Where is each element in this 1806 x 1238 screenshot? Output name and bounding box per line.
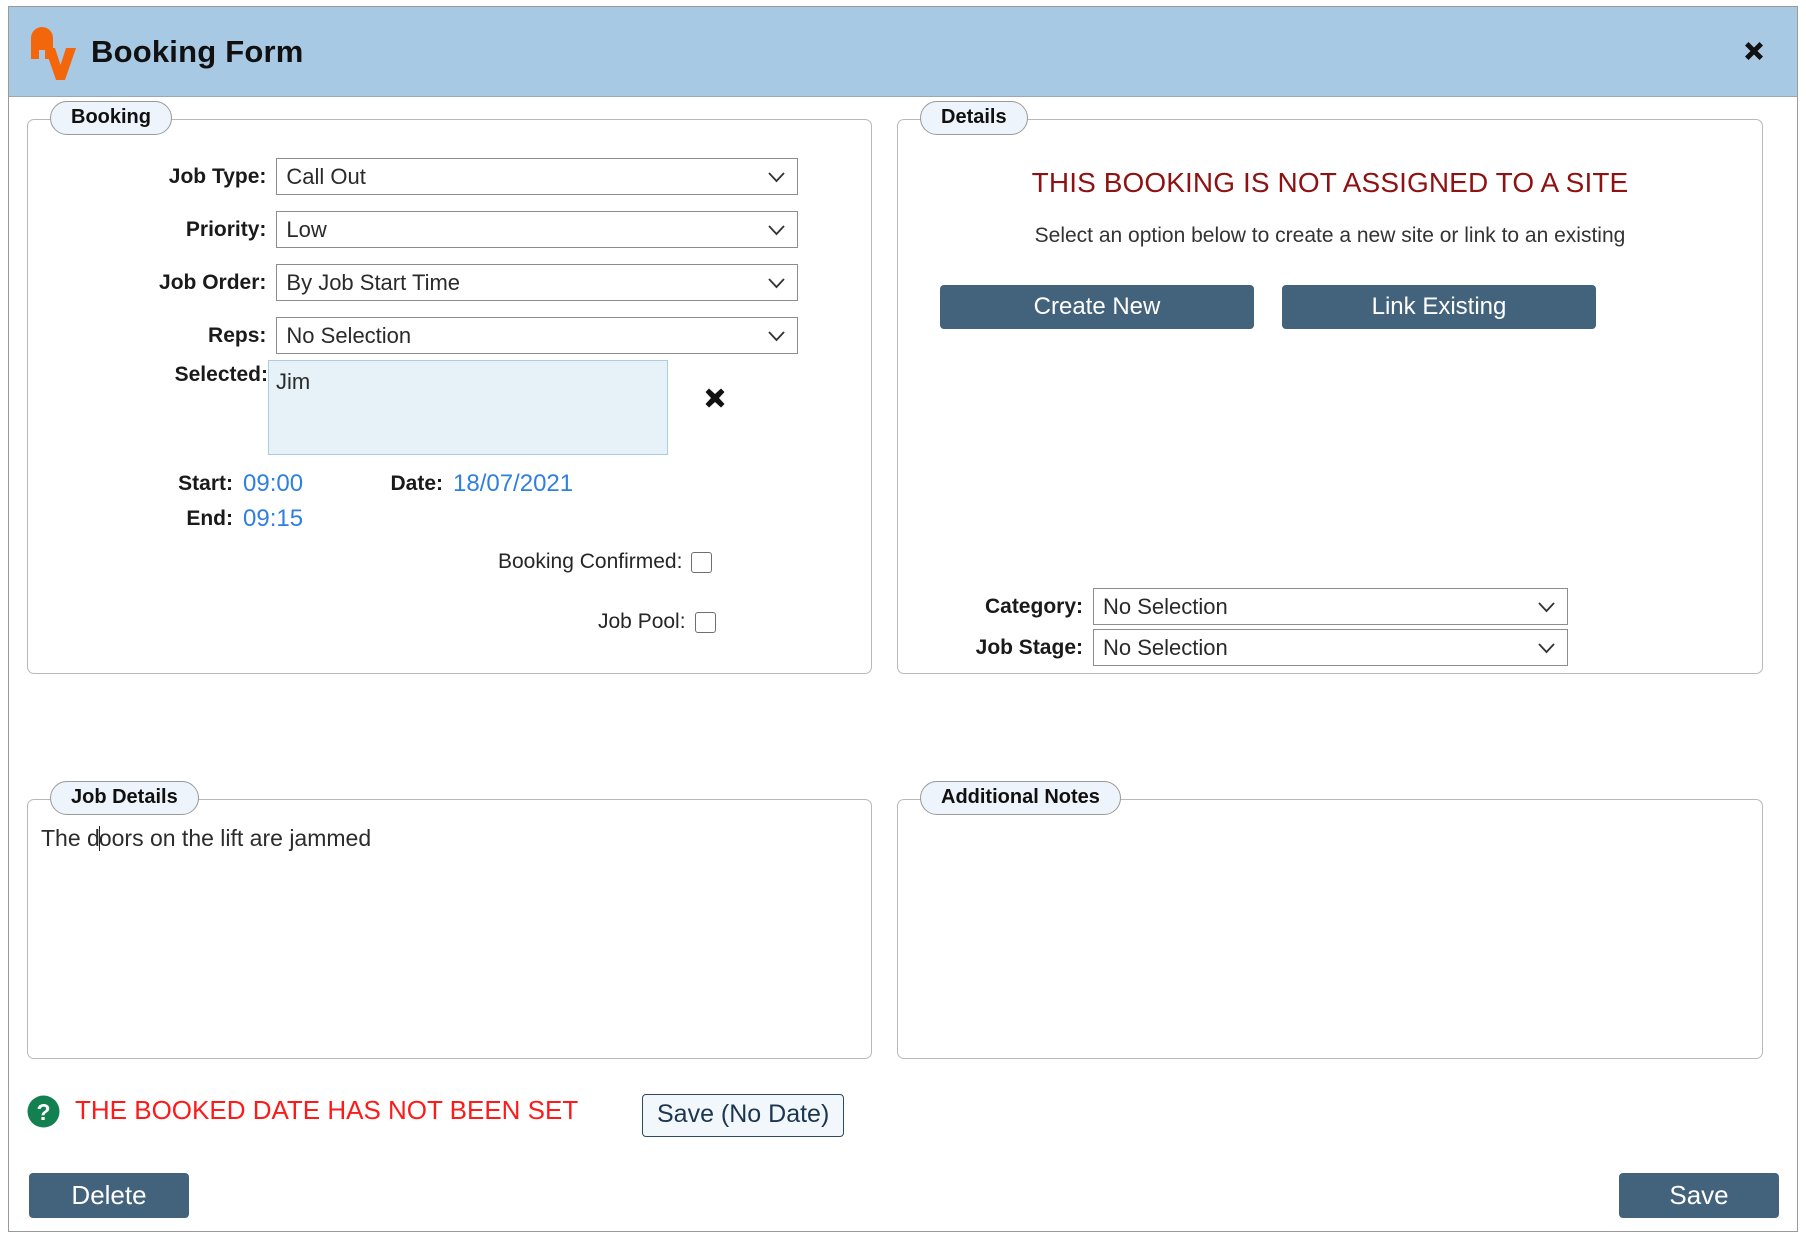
job-order-label: Job Order: <box>159 270 267 294</box>
additional-notes-panel-legend: Additional Notes <box>920 781 1121 815</box>
chevron-down-icon <box>768 224 785 235</box>
chevron-down-icon <box>768 330 785 341</box>
booking-form-window: Booking Form Booking Job Type: Call Out … <box>8 6 1798 1232</box>
close-icon[interactable] <box>1737 35 1771 69</box>
selected-reps-value: Jim <box>276 369 311 394</box>
booking-panel: Booking Job Type: Call Out Priority: Low <box>27 101 872 674</box>
priority-select[interactable]: Low <box>276 211 798 248</box>
job-stage-value: No Selection <box>1103 634 1228 660</box>
category-select[interactable]: No Selection <box>1093 588 1568 625</box>
field-reps: Reps: No Selection <box>28 317 798 354</box>
start-label: Start: <box>178 472 233 495</box>
end-row: End: 09:15 <box>28 505 428 533</box>
booking-confirmed-row: Booking Confirmed: <box>498 550 713 574</box>
av-logo-icon <box>31 26 76 80</box>
category-value: No Selection <box>1103 593 1228 619</box>
selected-label: Selected: <box>174 363 268 386</box>
job-details-text-before-caret: The d <box>41 825 100 851</box>
job-type-value: Call Out <box>286 163 366 189</box>
field-priority: Priority: Low <box>28 211 798 248</box>
chevron-down-icon <box>1538 642 1555 653</box>
job-order-value: By Job Start Time <box>286 269 461 295</box>
chevron-down-icon <box>768 277 785 288</box>
job-stage-select[interactable]: No Selection <box>1093 629 1568 666</box>
start-time-value[interactable]: 09:00 <box>233 470 363 498</box>
end-time-value[interactable]: 09:15 <box>233 505 303 533</box>
field-category: Category: No Selection <box>898 588 1718 625</box>
job-stage-label: Job Stage: <box>975 635 1083 659</box>
job-type-label: Job Type: <box>168 164 267 188</box>
job-details-textarea[interactable]: The doors on the lift are jammed <box>29 816 870 1057</box>
date-value[interactable]: 18/07/2021 <box>443 470 573 498</box>
booking-panel-legend: Booking <box>50 101 172 135</box>
additional-notes-textarea[interactable] <box>899 816 1761 1057</box>
end-label: End: <box>186 507 233 530</box>
priority-value: Low <box>286 216 327 242</box>
clear-x-icon[interactable] <box>700 384 730 419</box>
selected-reps-box[interactable]: Jim <box>268 360 668 455</box>
create-new-button[interactable]: Create New <box>940 285 1254 329</box>
booked-date-warning: THE BOOKED DATE HAS NOT BEEN SET <box>75 1095 579 1125</box>
start-date-row: Start: 09:00 Date: 18/07/2021 <box>28 470 588 498</box>
link-existing-button[interactable]: Link Existing <box>1282 285 1596 329</box>
date-label: Date: <box>390 472 443 495</box>
job-details-text-after-caret: oors on the lift are jammed <box>98 825 372 851</box>
booking-confirmed-checkbox[interactable] <box>691 551 713 573</box>
page-title: Booking Form <box>91 33 304 69</box>
reps-select[interactable]: No Selection <box>276 317 798 354</box>
site-assignment-subtitle: Select an option below to create a new s… <box>1034 224 1626 247</box>
delete-button[interactable]: Delete <box>29 1173 189 1218</box>
job-details-panel-legend: Job Details <box>50 781 199 815</box>
window-titlebar: Booking Form <box>9 7 1797 97</box>
reps-value: No Selection <box>286 322 412 348</box>
chevron-down-icon <box>768 171 785 182</box>
job-details-panel: Job Details The doors on the lift are ja… <box>27 781 872 1059</box>
field-job-order: Job Order: By Job Start Time <box>28 264 798 301</box>
priority-label: Priority: <box>185 217 267 241</box>
site-assignment-warning: THIS BOOKING IS NOT ASSIGNED TO A SITE <box>1031 167 1629 198</box>
field-job-stage: Job Stage: No Selection <box>898 629 1718 666</box>
job-pool-label: Job Pool: <box>598 610 686 633</box>
details-panel: Details THIS BOOKING IS NOT ASSIGNED TO … <box>897 101 1763 674</box>
category-label: Category: <box>984 594 1083 618</box>
svg-text:?: ? <box>36 1099 50 1125</box>
job-type-select[interactable]: Call Out <box>276 158 798 195</box>
booking-confirmed-label: Booking Confirmed: <box>498 550 683 573</box>
job-pool-row: Job Pool: <box>598 610 716 634</box>
help-question-icon[interactable]: ? <box>27 1095 60 1128</box>
details-panel-legend: Details <box>920 101 1028 135</box>
additional-notes-panel: Additional Notes <box>897 781 1763 1059</box>
save-button[interactable]: Save <box>1619 1173 1779 1218</box>
job-pool-checkbox[interactable] <box>694 611 716 633</box>
chevron-down-icon <box>1538 601 1555 612</box>
save-no-date-button[interactable]: Save (No Date) <box>642 1094 845 1137</box>
field-job-type: Job Type: Call Out <box>28 158 798 195</box>
reps-label: Reps: <box>208 323 267 347</box>
job-order-select[interactable]: By Job Start Time <box>276 264 798 301</box>
